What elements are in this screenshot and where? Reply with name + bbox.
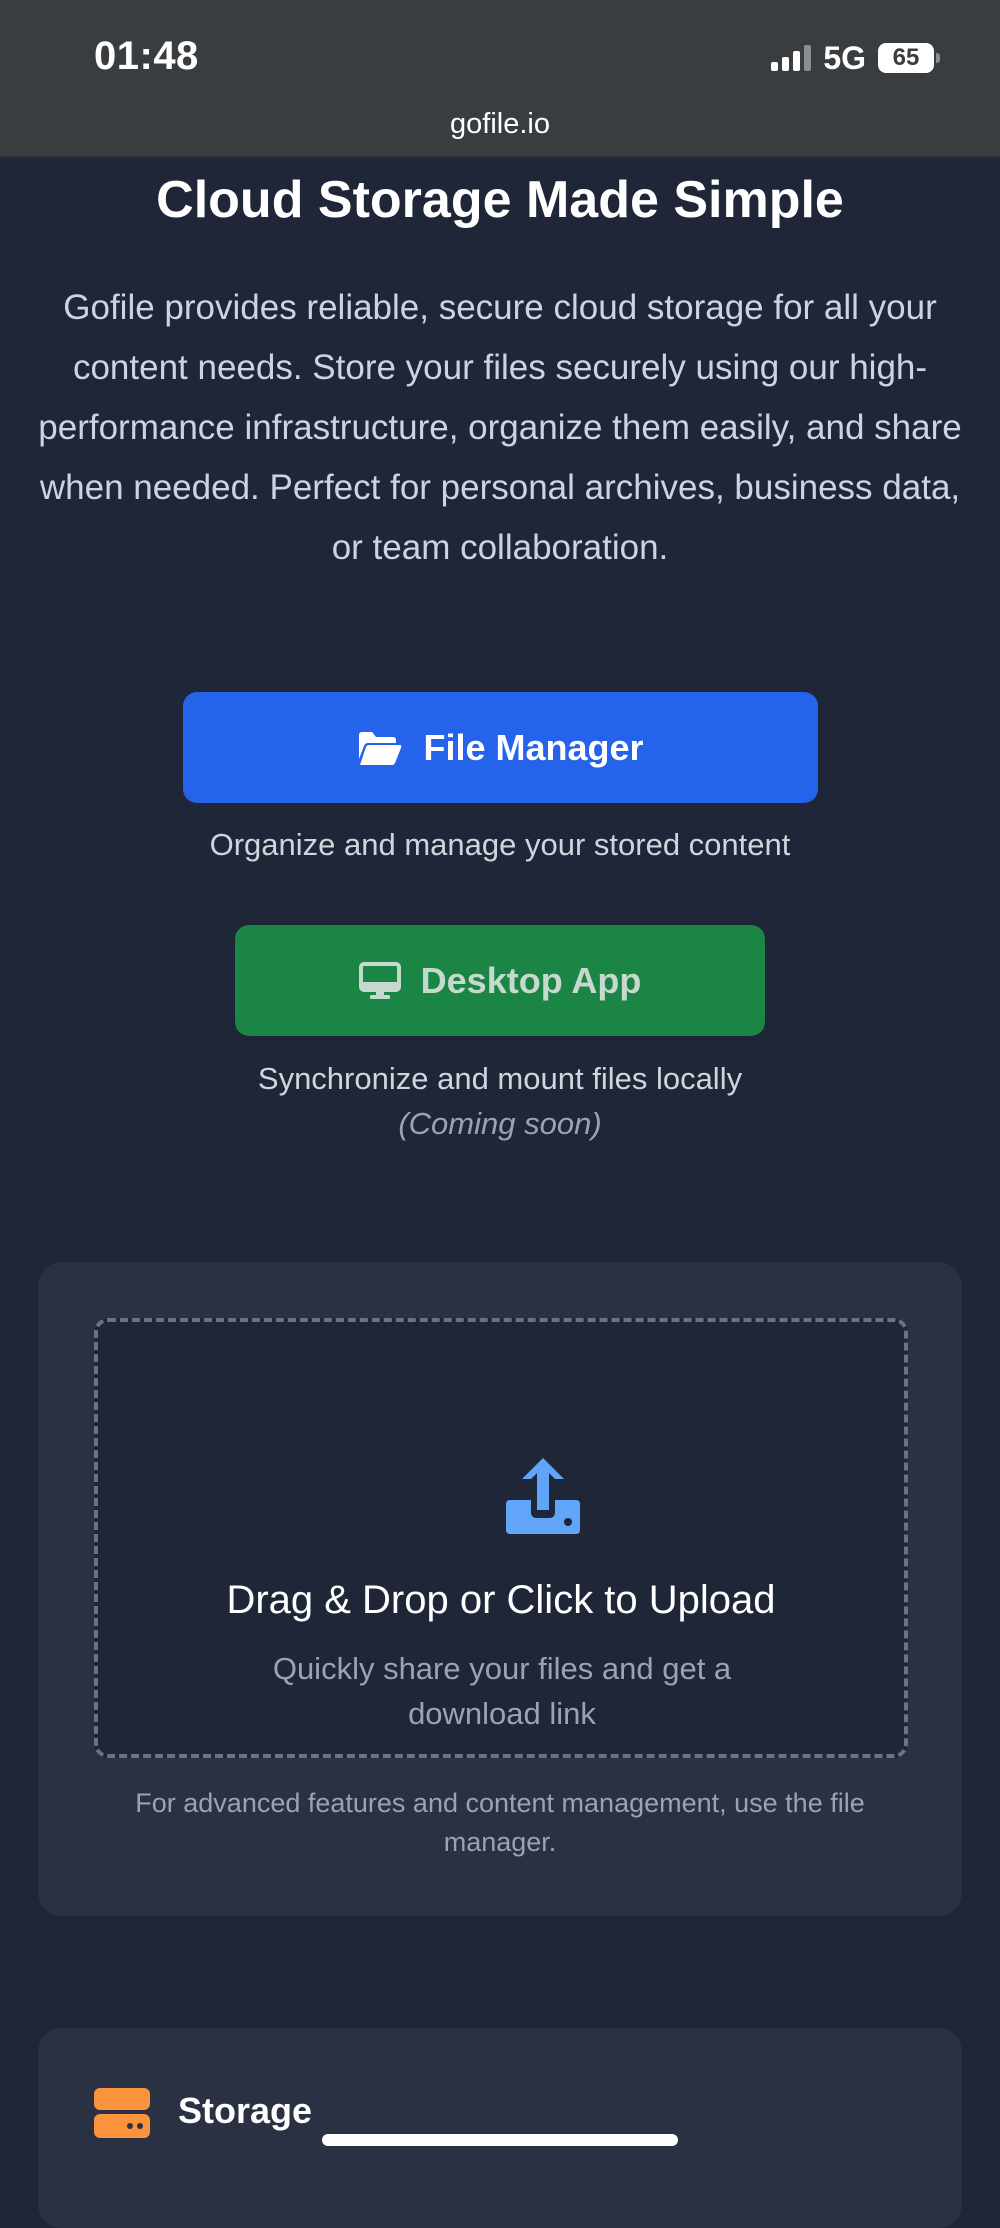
hero-description: Gofile provides reliable, secure cloud s… — [38, 288, 962, 567]
desktop-icon — [358, 961, 401, 999]
file-manager-caption: Organize and manage your stored content — [209, 827, 791, 862]
upload-subtitle: Quickly share your files and get a downl… — [272, 1651, 732, 1731]
home-indicator[interactable] — [322, 2134, 678, 2146]
desktop-app-button[interactable]: Desktop App — [235, 925, 765, 1036]
battery-level: 65 — [892, 44, 920, 71]
storage-card: Storage — [38, 2028, 962, 2228]
page-title: Cloud Storage Made Simple — [156, 171, 844, 229]
desktop-app-caption: Synchronize and mount files locally — [257, 1061, 743, 1096]
storage-title: Storage — [178, 2090, 313, 2131]
upload-icon — [506, 1458, 580, 1534]
status-indicators: 5G 65 — [771, 38, 940, 78]
upload-dropzone[interactable]: Drag & Drop or Click to Upload Quickly s… — [94, 1318, 908, 1758]
address-bar-url[interactable]: gofile.io — [0, 108, 1000, 141]
upload-note: For advanced features and content manage… — [135, 1788, 865, 1857]
server-icon — [94, 2088, 150, 2138]
network-type: 5G — [823, 39, 866, 76]
signal-strength-icon — [771, 45, 812, 71]
browser-status-bar: 01:48 5G 65 gofile.io — [0, 0, 1000, 158]
upload-card: Drag & Drop or Click to Upload Quickly s… — [38, 1262, 962, 1916]
coming-soon-note: (Coming soon) — [398, 1106, 602, 1141]
desktop-app-label: Desktop App — [420, 959, 642, 1001]
upload-title: Drag & Drop or Click to Upload — [226, 1578, 776, 1622]
battery-icon: 65 — [878, 43, 940, 73]
file-manager-button[interactable]: File Manager — [183, 692, 818, 803]
file-manager-label: File Manager — [423, 726, 644, 768]
folder-open-icon — [359, 731, 402, 765]
status-time: 01:48 — [94, 34, 199, 78]
